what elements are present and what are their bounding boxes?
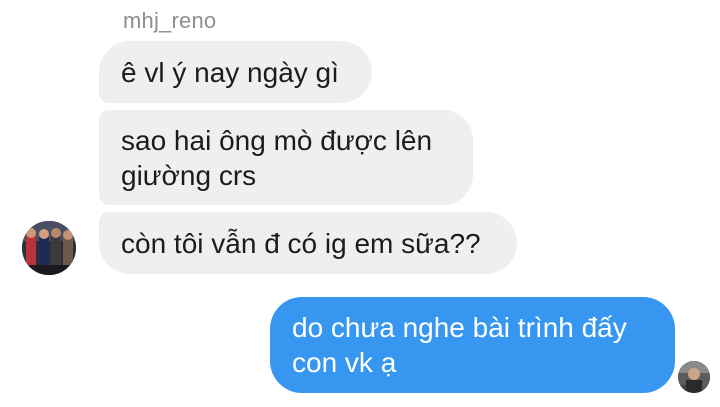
avatar-photo-icon [678,361,710,393]
message-text: còn tôi vẫn đ có ig em sữa?? [121,227,481,259]
chat-thread: mhj_reno ê vl ý nay ngày gì sao hai ông … [0,0,720,407]
sender-avatar[interactable] [22,221,76,275]
incoming-message[interactable]: còn tôi vẫn đ có ig em sữa?? [99,212,517,274]
message-text: ê vl ý nay ngày gì [121,56,339,88]
outgoing-message[interactable]: do chưa nghe bài trình đấy con vk ạ [270,297,675,393]
message-text: do chưa nghe bài trình đấy con vk ạ [292,312,627,378]
own-avatar[interactable] [678,361,710,393]
message-text: sao hai ông mò được lên giường crs [121,124,433,191]
incoming-message[interactable]: sao hai ông mò được lên giường crs [99,110,473,205]
sender-username: mhj_reno [123,8,217,33]
avatar-photo-icon [22,221,76,275]
incoming-message[interactable]: ê vl ý nay ngày gì [99,41,372,103]
